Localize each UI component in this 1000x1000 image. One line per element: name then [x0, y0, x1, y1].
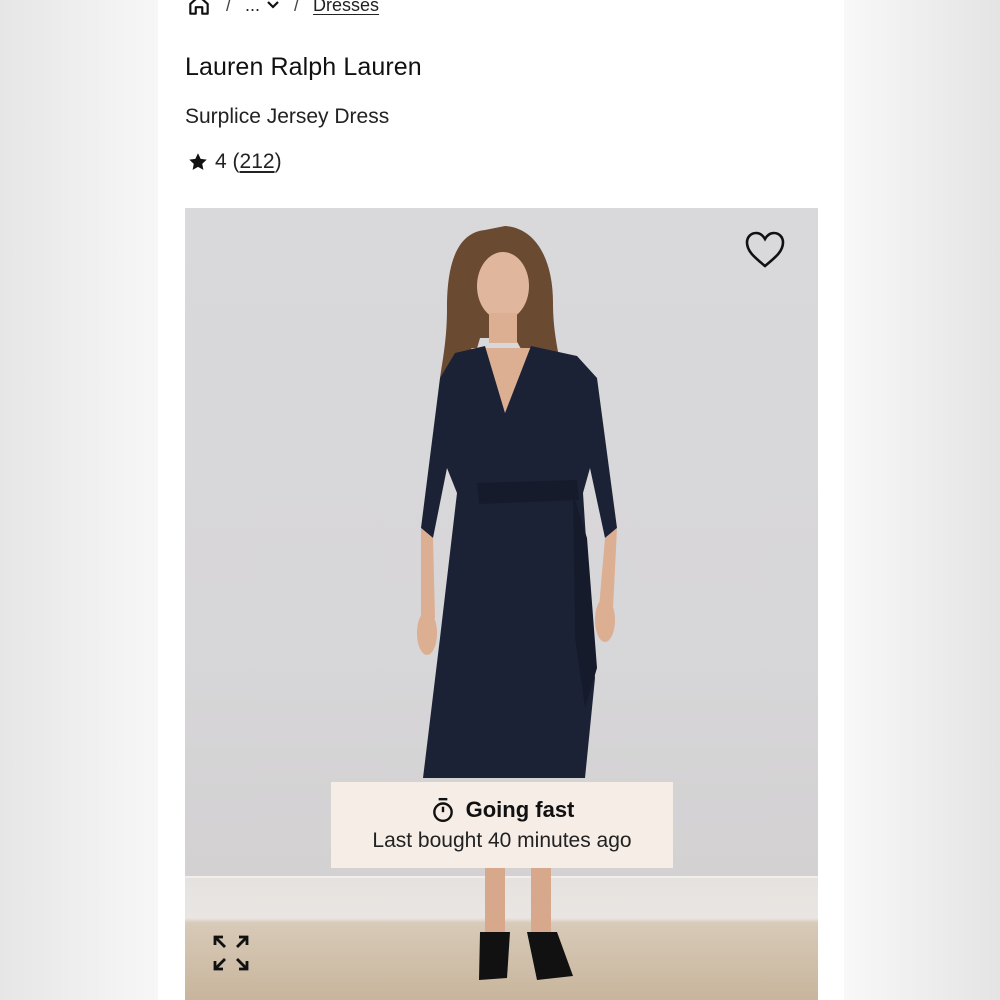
going-fast-badge: Going fast Last bought 40 minutes ago — [331, 782, 673, 868]
expand-icon[interactable] — [211, 933, 251, 973]
product-card: / ... / Dresses Lauren Ralph Lauren Surp… — [158, 0, 844, 1000]
favorite-heart-icon[interactable] — [744, 230, 786, 270]
breadcrumb-collapsed-menu[interactable]: ... — [245, 0, 280, 16]
chevron-down-icon — [267, 1, 279, 9]
home-icon[interactable] — [186, 0, 212, 18]
badge-subtitle: Last bought 40 minutes ago — [372, 829, 632, 852]
product-image[interactable]: Going fast Last bought 40 minutes ago — [185, 208, 818, 1000]
stopwatch-icon — [432, 797, 453, 823]
breadcrumb-link-dresses[interactable]: Dresses — [313, 0, 379, 16]
model-figure — [417, 226, 617, 980]
product-title: Surplice Jersey Dress — [185, 105, 390, 128]
brand-name[interactable]: Lauren Ralph Lauren — [185, 53, 422, 82]
breadcrumb-separator: / — [294, 0, 300, 15]
badge-title: Going fast — [465, 797, 575, 822]
breadcrumb-separator: / — [226, 0, 232, 15]
page-background-right — [844, 0, 1000, 1000]
rating-value: 4 — [215, 150, 227, 173]
breadcrumb-ellipsis: ... — [245, 0, 261, 15]
breadcrumb: / ... / Dresses — [186, 0, 379, 18]
star-icon — [189, 153, 207, 170]
review-count-link[interactable]: 212 — [240, 150, 275, 174]
page-background-left — [0, 0, 158, 1000]
product-rating: 4 (212) — [187, 150, 282, 174]
